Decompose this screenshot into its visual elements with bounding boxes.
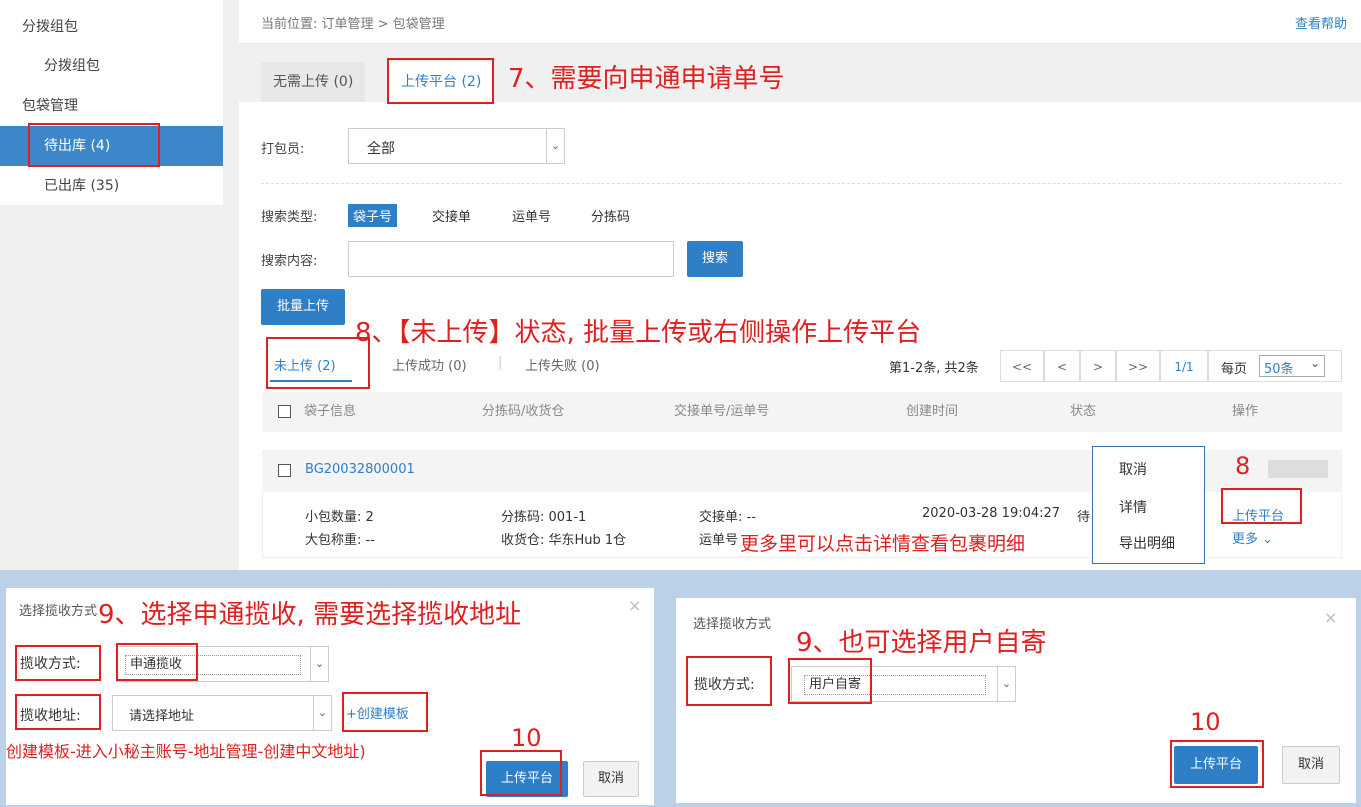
close-icon[interactable]: × — [1324, 608, 1337, 627]
help-link[interactable]: 查看帮助 — [1295, 13, 1347, 32]
per-page-value: 50条 — [1264, 362, 1294, 377]
sidebar-group-bag-management[interactable]: 包袋管理 — [0, 86, 223, 126]
waybill-number: 运单号 — [699, 533, 739, 548]
highlight-box — [28, 123, 160, 167]
annotation-8: 8、【未上传】状态, 批量上传或右侧操作上传平台 — [355, 318, 922, 348]
annotation-9-right: 9、也可选择用户自寄 — [796, 628, 1047, 658]
annotation-more-details: 更多里可以点击详情查看包裹明细 — [740, 533, 1026, 555]
batch-upload-button[interactable]: 批量上传 — [261, 289, 345, 325]
blurred-region — [1268, 460, 1328, 478]
menu-item-details[interactable]: 详情 — [1119, 497, 1147, 517]
search-content-label: 搜索内容: — [261, 254, 318, 269]
big-weight: 大包称重: -- — [305, 533, 375, 548]
highlight-box — [116, 643, 198, 681]
select-all-checkbox[interactable] — [278, 405, 291, 418]
table-header: 袋子信息 分拣码/收货仓 交接单号/运单号 创建时间 状态 操作 — [262, 392, 1342, 432]
bag-id-link[interactable]: BG20032800001 — [305, 462, 415, 477]
highlight-box — [387, 58, 494, 104]
highlight-box — [15, 645, 101, 681]
tab-upload-failed[interactable]: 上传失败 (0) — [525, 355, 600, 374]
chevron-down-icon: ⌄ — [1309, 356, 1320, 370]
annotation-9-left: 9、选择申通揽收, 需要选择揽收地址 — [98, 600, 522, 630]
row-checkbox[interactable] — [278, 464, 291, 477]
per-page-select[interactable]: 50条 ⌄ — [1259, 355, 1325, 377]
address-select[interactable]: 请选择地址 ⌄ — [112, 695, 332, 731]
search-type-waybill[interactable]: 运单号 — [512, 206, 551, 225]
annotation-template-note: 创建模板-进入小秘主账号-地址管理-创建中文地址) — [6, 742, 366, 761]
dialog-right: 选择揽收方式 × 9、也可选择用户自寄 揽收方式: 用户自寄 ⌄ 10 上传平台… — [676, 598, 1356, 803]
highlight-box — [788, 658, 872, 704]
tab-upload-success[interactable]: 上传成功 (0) — [392, 355, 467, 374]
dialog-left: 选择揽收方式 × 9、选择申通揽收, 需要选择揽收地址 揽收方式: 申通揽收 ⌄… — [6, 588, 654, 805]
menu-item-export[interactable]: 导出明细 — [1119, 533, 1175, 553]
pager-first-button[interactable]: << — [1000, 350, 1044, 382]
highlight-box — [1170, 740, 1264, 788]
col-handover: 交接单号/运单号 — [674, 404, 770, 419]
per-page-box: 每页 50条 ⌄ — [1208, 350, 1342, 382]
search-type-handover[interactable]: 交接单 — [432, 206, 471, 225]
chevron-down-icon: ⌄ — [997, 667, 1015, 701]
cancel-button[interactable]: 取消 — [583, 761, 639, 797]
packer-select[interactable]: 全部 ⌄ — [348, 128, 565, 164]
warehouse: 收货仓: 华东Hub 1仓 — [501, 533, 627, 548]
sidebar-item-outbound[interactable]: 已出库 (35) — [0, 166, 223, 206]
search-button[interactable]: 搜索 — [687, 241, 743, 277]
col-status: 状态 — [1070, 404, 1097, 419]
packer-select-value: 全部 — [367, 141, 395, 157]
top-bar: 当前位置: 订单管理 > 包袋管理 查看帮助 — [239, 0, 1361, 44]
more-label: 更多 — [1232, 532, 1259, 547]
search-input[interactable] — [348, 241, 674, 277]
more-menu: 取消 详情 导出明细 — [1092, 446, 1205, 564]
annotation-10-left: 10 — [511, 724, 542, 752]
cancel-button[interactable]: 取消 — [1282, 746, 1340, 784]
search-type-bag[interactable]: 袋子号 — [348, 204, 398, 227]
per-page-label: 每页 — [1221, 362, 1248, 377]
annotation-8-action: 8 — [1235, 452, 1251, 480]
menu-item-cancel[interactable]: 取消 — [1119, 459, 1147, 479]
status-text: 待 — [1077, 510, 1091, 525]
pager-page-indicator: 1/1 — [1160, 350, 1208, 382]
highlight-box — [1221, 488, 1302, 524]
pagination-summary: 第1-2条, 共2条 — [889, 361, 979, 376]
chevron-down-icon: ⌄ — [310, 647, 328, 681]
packer-label: 打包员: — [261, 142, 305, 157]
annotation-7: 7、需要向申通申请单号 — [508, 64, 785, 94]
pager-last-button[interactable]: >> — [1116, 350, 1160, 382]
annotation-10-right: 10 — [1190, 708, 1221, 736]
search-type-sortcode[interactable]: 分拣码 — [591, 206, 630, 225]
breadcrumb: 当前位置: 订单管理 > 包袋管理 — [261, 17, 445, 32]
created-time: 2020-03-28 19:04:27 — [922, 506, 1061, 521]
divider — [261, 183, 1341, 184]
close-icon[interactable]: × — [628, 596, 641, 615]
tab-no-upload[interactable]: 无需上传 (0) — [261, 62, 366, 102]
col-sortcode: 分拣码/收货仓 — [482, 404, 565, 419]
highlight-box — [15, 694, 101, 730]
chevron-down-icon: ⌄ — [546, 129, 564, 163]
handover-number: 交接单: -- — [699, 510, 756, 525]
col-created: 创建时间 — [906, 404, 959, 419]
col-bag-info: 袋子信息 — [304, 404, 357, 419]
sidebar-group-dispatch[interactable]: 分拨组包 — [0, 7, 223, 47]
sidebar-item-dispatch-pack[interactable]: 分拨组包 — [0, 46, 223, 86]
dialog-title: 选择揽收方式 — [693, 617, 772, 632]
highlight-box — [480, 750, 562, 796]
col-actions: 操作 — [1232, 404, 1259, 419]
highlight-box — [342, 692, 428, 732]
dialog-title: 选择揽收方式 — [19, 604, 98, 619]
tab-separator: | — [498, 355, 503, 370]
pager-prev-button[interactable]: < — [1044, 350, 1080, 382]
highlight-box — [686, 656, 772, 706]
search-type-label: 搜索类型: — [261, 210, 318, 225]
address-placeholder: 请选择地址 — [129, 709, 195, 724]
pager-next-button[interactable]: > — [1080, 350, 1116, 382]
highlight-box — [266, 337, 370, 389]
chevron-down-icon: ⌄ — [313, 696, 331, 730]
chevron-down-icon: ⌄ — [1262, 532, 1274, 547]
small-count: 小包数量: 2 — [305, 510, 374, 525]
sort-code: 分拣码: 001-1 — [501, 510, 587, 525]
more-link[interactable]: 更多 ⌄ — [1232, 528, 1273, 547]
sidebar: 分拨组包 分拨组包 包袋管理 待出库 (4) 已出库 (35) — [0, 0, 223, 205]
